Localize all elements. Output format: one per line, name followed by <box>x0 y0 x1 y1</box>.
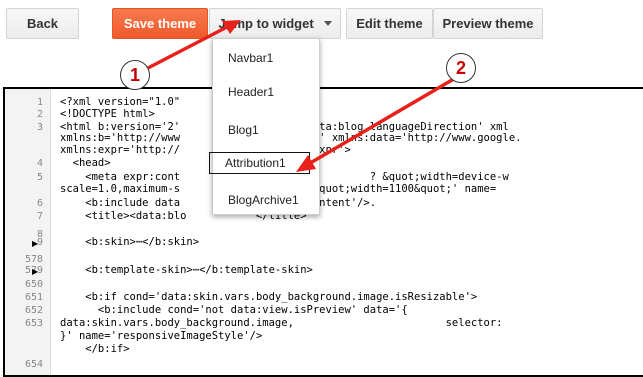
line-number: 6 <box>36 198 43 209</box>
widget-option-navbar1[interactable]: Navbar1 <box>213 47 319 69</box>
preview-theme-button[interactable]: Preview theme <box>433 8 543 39</box>
code-line: <!DOCTYPE html> <box>60 108 155 120</box>
fold-arrow-icon[interactable]: ▶ <box>32 239 38 248</box>
edit-theme-label: Edit theme <box>356 16 423 31</box>
annotation-badge-1-text: 1 <box>129 64 140 85</box>
widget-option-label: Header1 <box>228 85 275 99</box>
save-theme-button[interactable]: Save theme <box>112 8 208 39</box>
save-theme-label: Save theme <box>123 16 197 31</box>
code-line: <head> <box>60 157 111 169</box>
back-label: Back <box>26 16 59 31</box>
line-number: 4 <box>36 158 43 169</box>
preview-theme-label: Preview theme <box>442 16 534 31</box>
jump-to-widget-label: Jump to widget <box>218 16 314 31</box>
back-button[interactable]: Back <box>6 8 79 39</box>
line-number: 650 <box>24 279 43 290</box>
line-number: 2 <box>36 109 43 120</box>
code-line: <b:template-skin>⋯</b:template-skin> <box>60 264 313 276</box>
widget-option-header1[interactable]: Header1 <box>213 81 319 103</box>
line-number: 578 <box>24 254 43 265</box>
line-number: 7 <box>36 211 43 222</box>
annotation-badge-2-text: 2 <box>455 57 466 78</box>
widget-option-label: Attribution1 <box>225 156 286 170</box>
fold-arrow-icon[interactable]: ▶ <box>32 267 38 276</box>
annotation-badge-1: 1 <box>120 60 150 90</box>
widget-option-label: BlogArchive1 <box>228 193 299 207</box>
widget-option-attribution1[interactable]: Attribution1 <box>209 152 310 174</box>
code-line: data:skin.vars.body_background.image, se… <box>60 317 509 329</box>
jump-to-widget-dropdown: Navbar1 Header1 Blog1 Attribution1 BlogA… <box>209 38 320 215</box>
line-number: 5 <box>36 172 43 183</box>
edit-theme-button[interactable]: Edit theme <box>346 8 433 39</box>
line-number: 652 <box>24 305 43 316</box>
chevron-down-icon <box>323 21 332 26</box>
code-line: <b:skin>⋯</b:skin> <box>60 236 200 248</box>
annotation-badge-2: 2 <box>446 53 476 83</box>
line-number-gutter: 1 2 3 4 5 6 7 8 9 ▶ 578 579 ▶ 650 651 652 653 654 <box>5 89 51 375</box>
code-line: <b:if cond='data:skin.vars.body_backgrou… <box>60 291 478 303</box>
code-line: </b:if> <box>60 343 130 355</box>
code-line: }' name='responsiveImageStyle'/> <box>60 330 263 342</box>
line-number: 653 <box>24 318 43 329</box>
widget-option-blog1[interactable]: Blog1 <box>213 119 319 141</box>
widget-option-blogarchive1[interactable]: BlogArchive1 <box>213 189 319 211</box>
jump-to-widget-button[interactable]: Jump to widget <box>209 8 341 39</box>
widget-option-label: Blog1 <box>228 123 259 137</box>
code-editor[interactable]: 1 2 3 4 5 6 7 8 9 ▶ 578 579 ▶ 650 651 652 653 654 <?xml v… <box>3 87 643 377</box>
code-line: <b:include cond='not data:view.isPreview… <box>60 304 408 316</box>
line-number: 651 <box>24 292 43 303</box>
line-number: 1 <box>36 97 43 108</box>
line-number: 3 <box>36 122 43 133</box>
widget-option-label: Navbar1 <box>228 51 274 65</box>
